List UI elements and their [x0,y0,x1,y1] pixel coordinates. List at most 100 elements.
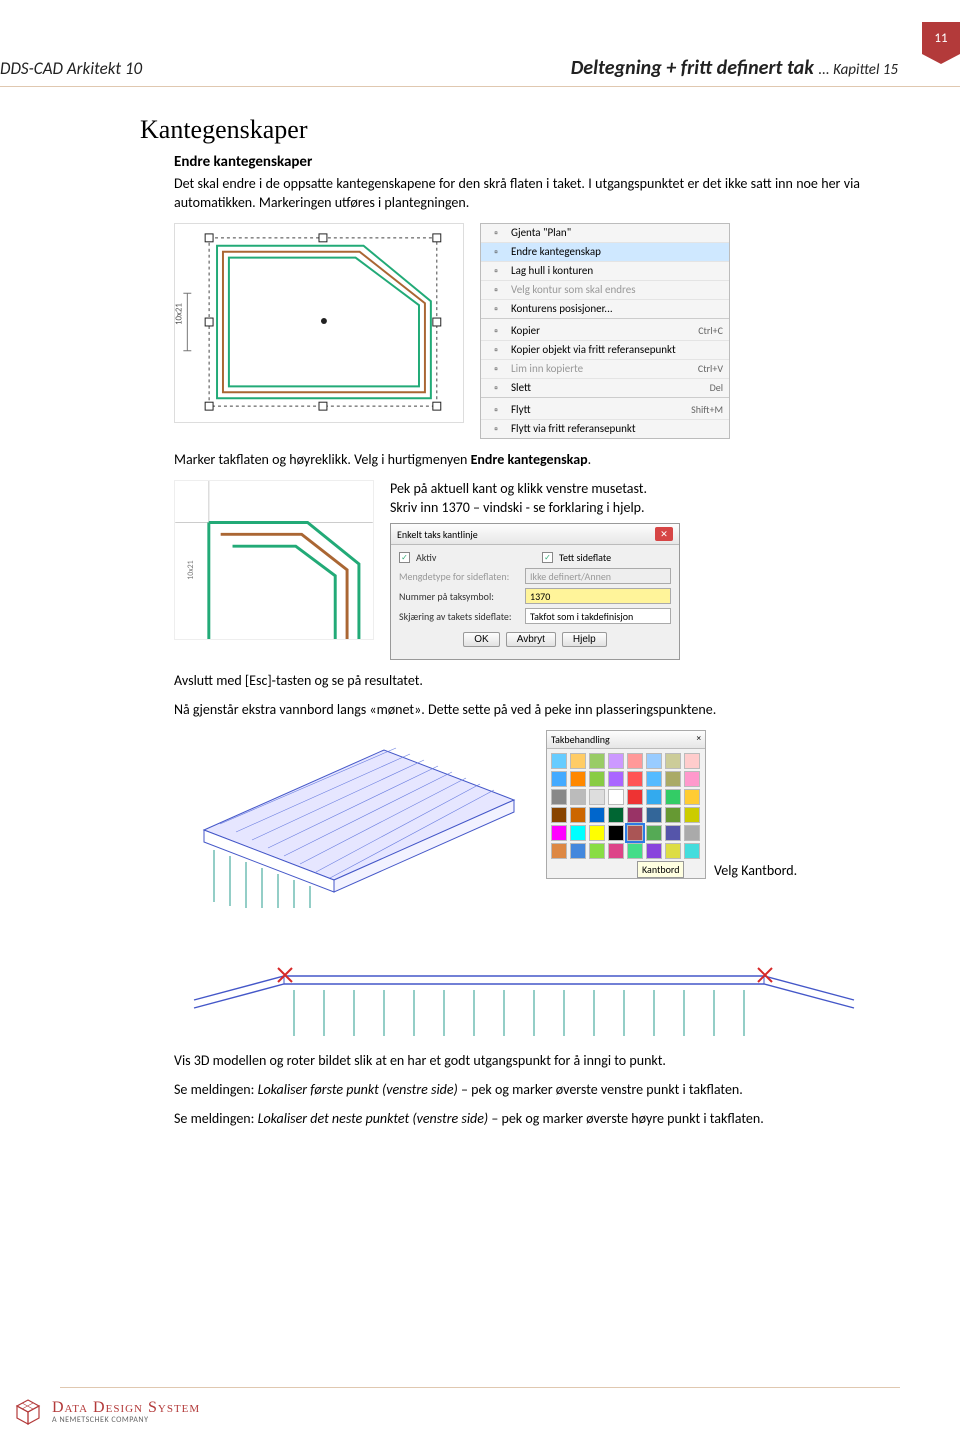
palette-swatch[interactable] [570,753,586,769]
fig2-instruction-a: Pek på aktuell kant og klikk venstre mus… [390,480,860,499]
palette-swatch[interactable] [646,843,662,859]
palette-swatch[interactable] [646,789,662,805]
palette-swatch[interactable] [608,753,624,769]
palette-swatch[interactable] [627,843,643,859]
palette-swatch[interactable] [684,825,700,841]
palette-swatch[interactable] [627,807,643,823]
menu-item[interactable]: ▫KopierCtrl+C [481,322,729,341]
palette-swatch[interactable] [665,771,681,787]
menu-item-label: Kopier objekt via fritt referansepunkt [511,343,723,356]
palette-swatch[interactable] [665,807,681,823]
copy-icon: ▫ [487,324,505,338]
subsection-heading: Endre kantegenskaper [174,153,860,171]
palette-swatch[interactable] [684,789,700,805]
figure-roofplan-contextmenu: 10x21 ▫Gjenta "Plan"▫Endre kantegenskap▫… [174,223,860,439]
menu-item[interactable]: ▫Konturens posisjoner... [481,300,729,318]
palette-swatch[interactable] [684,771,700,787]
palette-swatch[interactable] [589,807,605,823]
palette-swatch[interactable] [646,807,662,823]
palette-swatch[interactable] [551,789,567,805]
tett-checkbox[interactable]: ✓ [542,552,553,563]
menu-item[interactable]: ▫Lag hull i konturen [481,262,729,281]
footer-logo: Data Design System A NEMETSCHEK COMPANY [0,1398,200,1426]
close-icon[interactable]: ✕ [655,527,673,541]
palette-swatch[interactable] [608,771,624,787]
palette-swatch[interactable] [608,807,624,823]
palette-swatch[interactable] [627,825,643,841]
palette-swatch[interactable] [646,771,662,787]
section-heading: Kantegenskaper [140,115,860,145]
menu-item[interactable]: ▫SlettDel [481,379,729,397]
menu-item-shortcut: Ctrl+V [698,362,723,375]
palette-swatch[interactable] [570,825,586,841]
para-vannbord: Nå gjenstår ekstra vannbord langs «mønet… [174,701,860,720]
message-2: Se meldingen: Lokaliser det neste punkte… [174,1110,860,1129]
header-chapter: ... Kapittel 15 [818,61,898,79]
menu-item[interactable]: ▫ Kopier objekt via fritt referansepunkt [481,341,729,360]
footer-company: Data Design System [52,1400,200,1416]
after-fig2-text: Avslutt med [Esc]-tasten og se på result… [174,672,860,691]
ridge-illustration [174,928,874,1038]
menu-item-label: Flytt via fritt referansepunkt [511,422,723,435]
palette-swatch[interactable] [646,753,662,769]
palette-swatch[interactable] [570,843,586,859]
aktiv-checkbox[interactable]: ✓ [399,552,410,563]
palette-swatch[interactable] [570,789,586,805]
footer-tagline: A NEMETSCHEK COMPANY [52,1416,200,1424]
menu-item[interactable]: ▫Gjenta "Plan" [481,224,729,243]
skjaering-combo[interactable]: Takfot som i takdefinisjon [525,608,671,624]
palette-swatch[interactable] [570,807,586,823]
palette-swatch[interactable] [684,753,700,769]
palette-swatch[interactable] [570,771,586,787]
menu-item-label: Lag hull i konturen [511,264,723,277]
menu-item[interactable]: ▫ Velg kontur som skal endres [481,281,729,300]
ok-button[interactable]: OK [463,632,499,647]
menu-item-label: Endre kantegenskap [511,245,723,258]
menu-item-label: Velg kontur som skal endres [511,283,723,296]
palette-swatch[interactable] [665,825,681,841]
header-title: Deltegning + fritt definert tak ... Kapi… [571,56,898,80]
mengdetype-combo[interactable]: Ikke definert/Annen [525,568,671,584]
palette-swatch[interactable] [665,753,681,769]
palette-swatch[interactable] [551,753,567,769]
close-icon[interactable]: × [697,733,701,746]
help-button[interactable]: Hjelp [562,632,607,647]
menu-item[interactable]: ▫FlyttShift+M [481,401,729,420]
velg-kantbord-text: Velg Kantbord. [714,742,797,879]
move-icon: ▫ [487,403,505,417]
palette-swatch[interactable] [627,789,643,805]
palette-swatch[interactable] [589,771,605,787]
palette-swatch[interactable] [551,843,567,859]
palette-swatch[interactable] [551,825,567,841]
intro-paragraph: Det skal endre i de oppsatte kantegenska… [174,175,860,213]
palette-swatch[interactable] [608,789,624,805]
palette-swatch[interactable] [589,825,605,841]
palette-swatch[interactable] [627,771,643,787]
menu-item[interactable]: ▫Endre kantegenskap [481,243,729,262]
menu-item[interactable]: ▫Lim inn kopierteCtrl+V [481,360,729,379]
palette-tooltip: Kantbord [637,861,684,878]
palette-swatch[interactable] [589,843,605,859]
skjaering-label: Skjæring av takets sideflate: [399,610,519,623]
palette-swatch[interactable] [608,825,624,841]
cancel-button[interactable]: Avbryt [506,632,556,647]
palette-swatch[interactable] [665,789,681,805]
palette-swatch[interactable] [684,843,700,859]
palette-swatch[interactable] [589,789,605,805]
menu-item[interactable]: ▫Flytt via fritt referansepunkt [481,420,729,438]
palette-swatch[interactable] [551,771,567,787]
palette-swatch[interactable] [627,753,643,769]
nummer-label: Nummer på taksymbol: [399,590,519,603]
nummer-input[interactable]: 1370 [525,588,671,604]
select-icon: ▫ [487,283,505,297]
palette-swatch[interactable] [665,843,681,859]
copyref-icon: ▫ [487,343,505,357]
palette-swatch[interactable] [684,807,700,823]
palette-swatch[interactable] [646,825,662,841]
mengdetype-label: Mengdetype for sideflaten: [399,570,519,583]
palette-swatch[interactable] [551,807,567,823]
palette-swatch[interactable] [608,843,624,859]
menu-item-label: Konturens posisjoner... [511,302,723,315]
figure-corner-dialog: 10x21 Pek på aktuell kant og klikk venst… [174,480,860,661]
palette-swatch[interactable] [589,753,605,769]
